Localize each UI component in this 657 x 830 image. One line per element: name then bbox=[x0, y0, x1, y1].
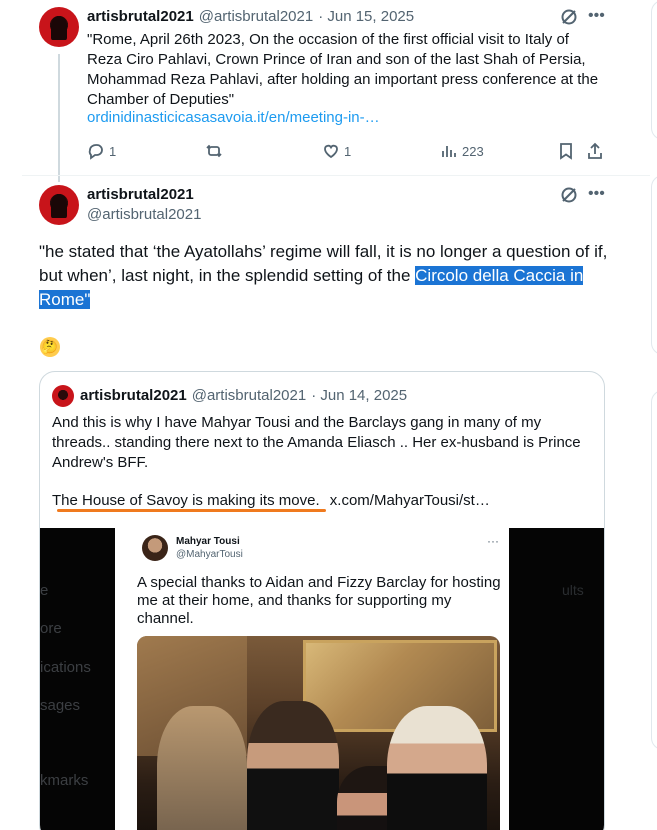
person bbox=[247, 701, 339, 830]
rail-card bbox=[651, 390, 657, 750]
highlighted-sentence: The House of Savoy is making its move. bbox=[52, 492, 324, 509]
thread-line bbox=[58, 54, 60, 182]
heart-icon bbox=[324, 144, 338, 159]
share-icon bbox=[588, 142, 602, 159]
ghost-nav-item: e bbox=[40, 582, 49, 599]
display-name[interactable]: artisbrutal2021 bbox=[87, 186, 194, 203]
reply-icon bbox=[88, 144, 103, 160]
views-count: 223 bbox=[462, 143, 484, 159]
avatar[interactable] bbox=[39, 185, 79, 225]
like-button[interactable]: 1 bbox=[322, 142, 351, 160]
reply-button[interactable]: 1 bbox=[87, 142, 116, 160]
photo bbox=[137, 636, 500, 830]
avatar bbox=[142, 535, 168, 561]
ghost-nav-item: ications bbox=[40, 659, 91, 676]
embedded-screenshot: Mahyar Tousi @MahyarTousi ··· A special … bbox=[115, 528, 509, 830]
person bbox=[157, 706, 247, 830]
quote-text: And this is why I have Mahyar Tousi and … bbox=[52, 414, 581, 471]
quoted-tweet[interactable]: artisbrutal2021 @artisbrutal2021 · Jun 1… bbox=[39, 371, 605, 830]
ghost-nav-item: ore bbox=[40, 620, 62, 637]
ghost-nav-item: kmarks bbox=[40, 772, 89, 789]
rail-card bbox=[651, 175, 657, 355]
tweet-text: "Rome, April 26th 2023, On the occasion … bbox=[87, 31, 599, 108]
orange-underline bbox=[57, 509, 326, 512]
embed-handle: @MahyarTousi bbox=[176, 549, 243, 560]
ghost-right-text: ults bbox=[562, 582, 584, 598]
tweet-header: artisbrutal2021 @artisbrutal2021 · Jun 1… bbox=[87, 8, 414, 25]
timestamp[interactable]: · Jun 15, 2025 bbox=[318, 8, 414, 25]
grok-icon[interactable] bbox=[560, 186, 578, 204]
avatar bbox=[52, 385, 74, 407]
quote-link[interactable]: x.com/MahyarTousi/st… bbox=[330, 492, 490, 509]
quote-link-line: The House of Savoy is making its move. x… bbox=[52, 492, 490, 509]
like-count: 1 bbox=[344, 143, 352, 159]
bookmark-button[interactable] bbox=[557, 142, 575, 160]
ghost-nav-item: sages bbox=[40, 697, 81, 714]
views-button[interactable]: 223 bbox=[440, 142, 484, 160]
thinking-face-icon: 🤔 bbox=[40, 337, 60, 357]
repost-button[interactable] bbox=[205, 142, 223, 160]
repost-icon bbox=[206, 144, 222, 158]
display-name: artisbrutal2021 bbox=[80, 387, 187, 404]
tweet-text: "he stated that ‘the Ayatollahs’ regime … bbox=[39, 240, 619, 312]
avatar[interactable] bbox=[39, 7, 79, 47]
handle[interactable]: @artisbrutal2021 bbox=[199, 8, 313, 25]
person bbox=[387, 706, 487, 830]
views-icon bbox=[442, 146, 456, 157]
handle[interactable]: @artisbrutal2021 bbox=[87, 206, 201, 223]
embed-text: A special thanks to Aidan and Fizzy Barc… bbox=[137, 574, 501, 627]
more-icon[interactable]: ••• bbox=[588, 185, 605, 203]
bookmark-icon bbox=[560, 143, 572, 160]
tweet-actions: 1 1 223 bbox=[87, 142, 607, 162]
more-icon[interactable]: ••• bbox=[588, 7, 605, 25]
reply-count: 1 bbox=[109, 143, 117, 159]
timestamp: · Jun 14, 2025 bbox=[311, 387, 408, 404]
display-name[interactable]: artisbrutal2021 bbox=[87, 8, 194, 25]
tweet-link[interactable]: ordinidinasticicasasavoia.it/en/meeting-… bbox=[87, 109, 380, 126]
handle: @artisbrutal2021 bbox=[191, 387, 307, 404]
embed-name: Mahyar Tousi bbox=[176, 536, 240, 547]
media-image[interactable]: e ore ications sages kmarks ults Mahyar … bbox=[40, 528, 604, 830]
grok-icon[interactable] bbox=[560, 8, 578, 26]
divider bbox=[22, 175, 650, 176]
quote-header: artisbrutal2021 @artisbrutal2021 · Jun 1… bbox=[80, 387, 407, 404]
share-button[interactable] bbox=[586, 142, 604, 160]
more-icon: ··· bbox=[487, 534, 499, 548]
rail-card bbox=[651, 0, 657, 140]
